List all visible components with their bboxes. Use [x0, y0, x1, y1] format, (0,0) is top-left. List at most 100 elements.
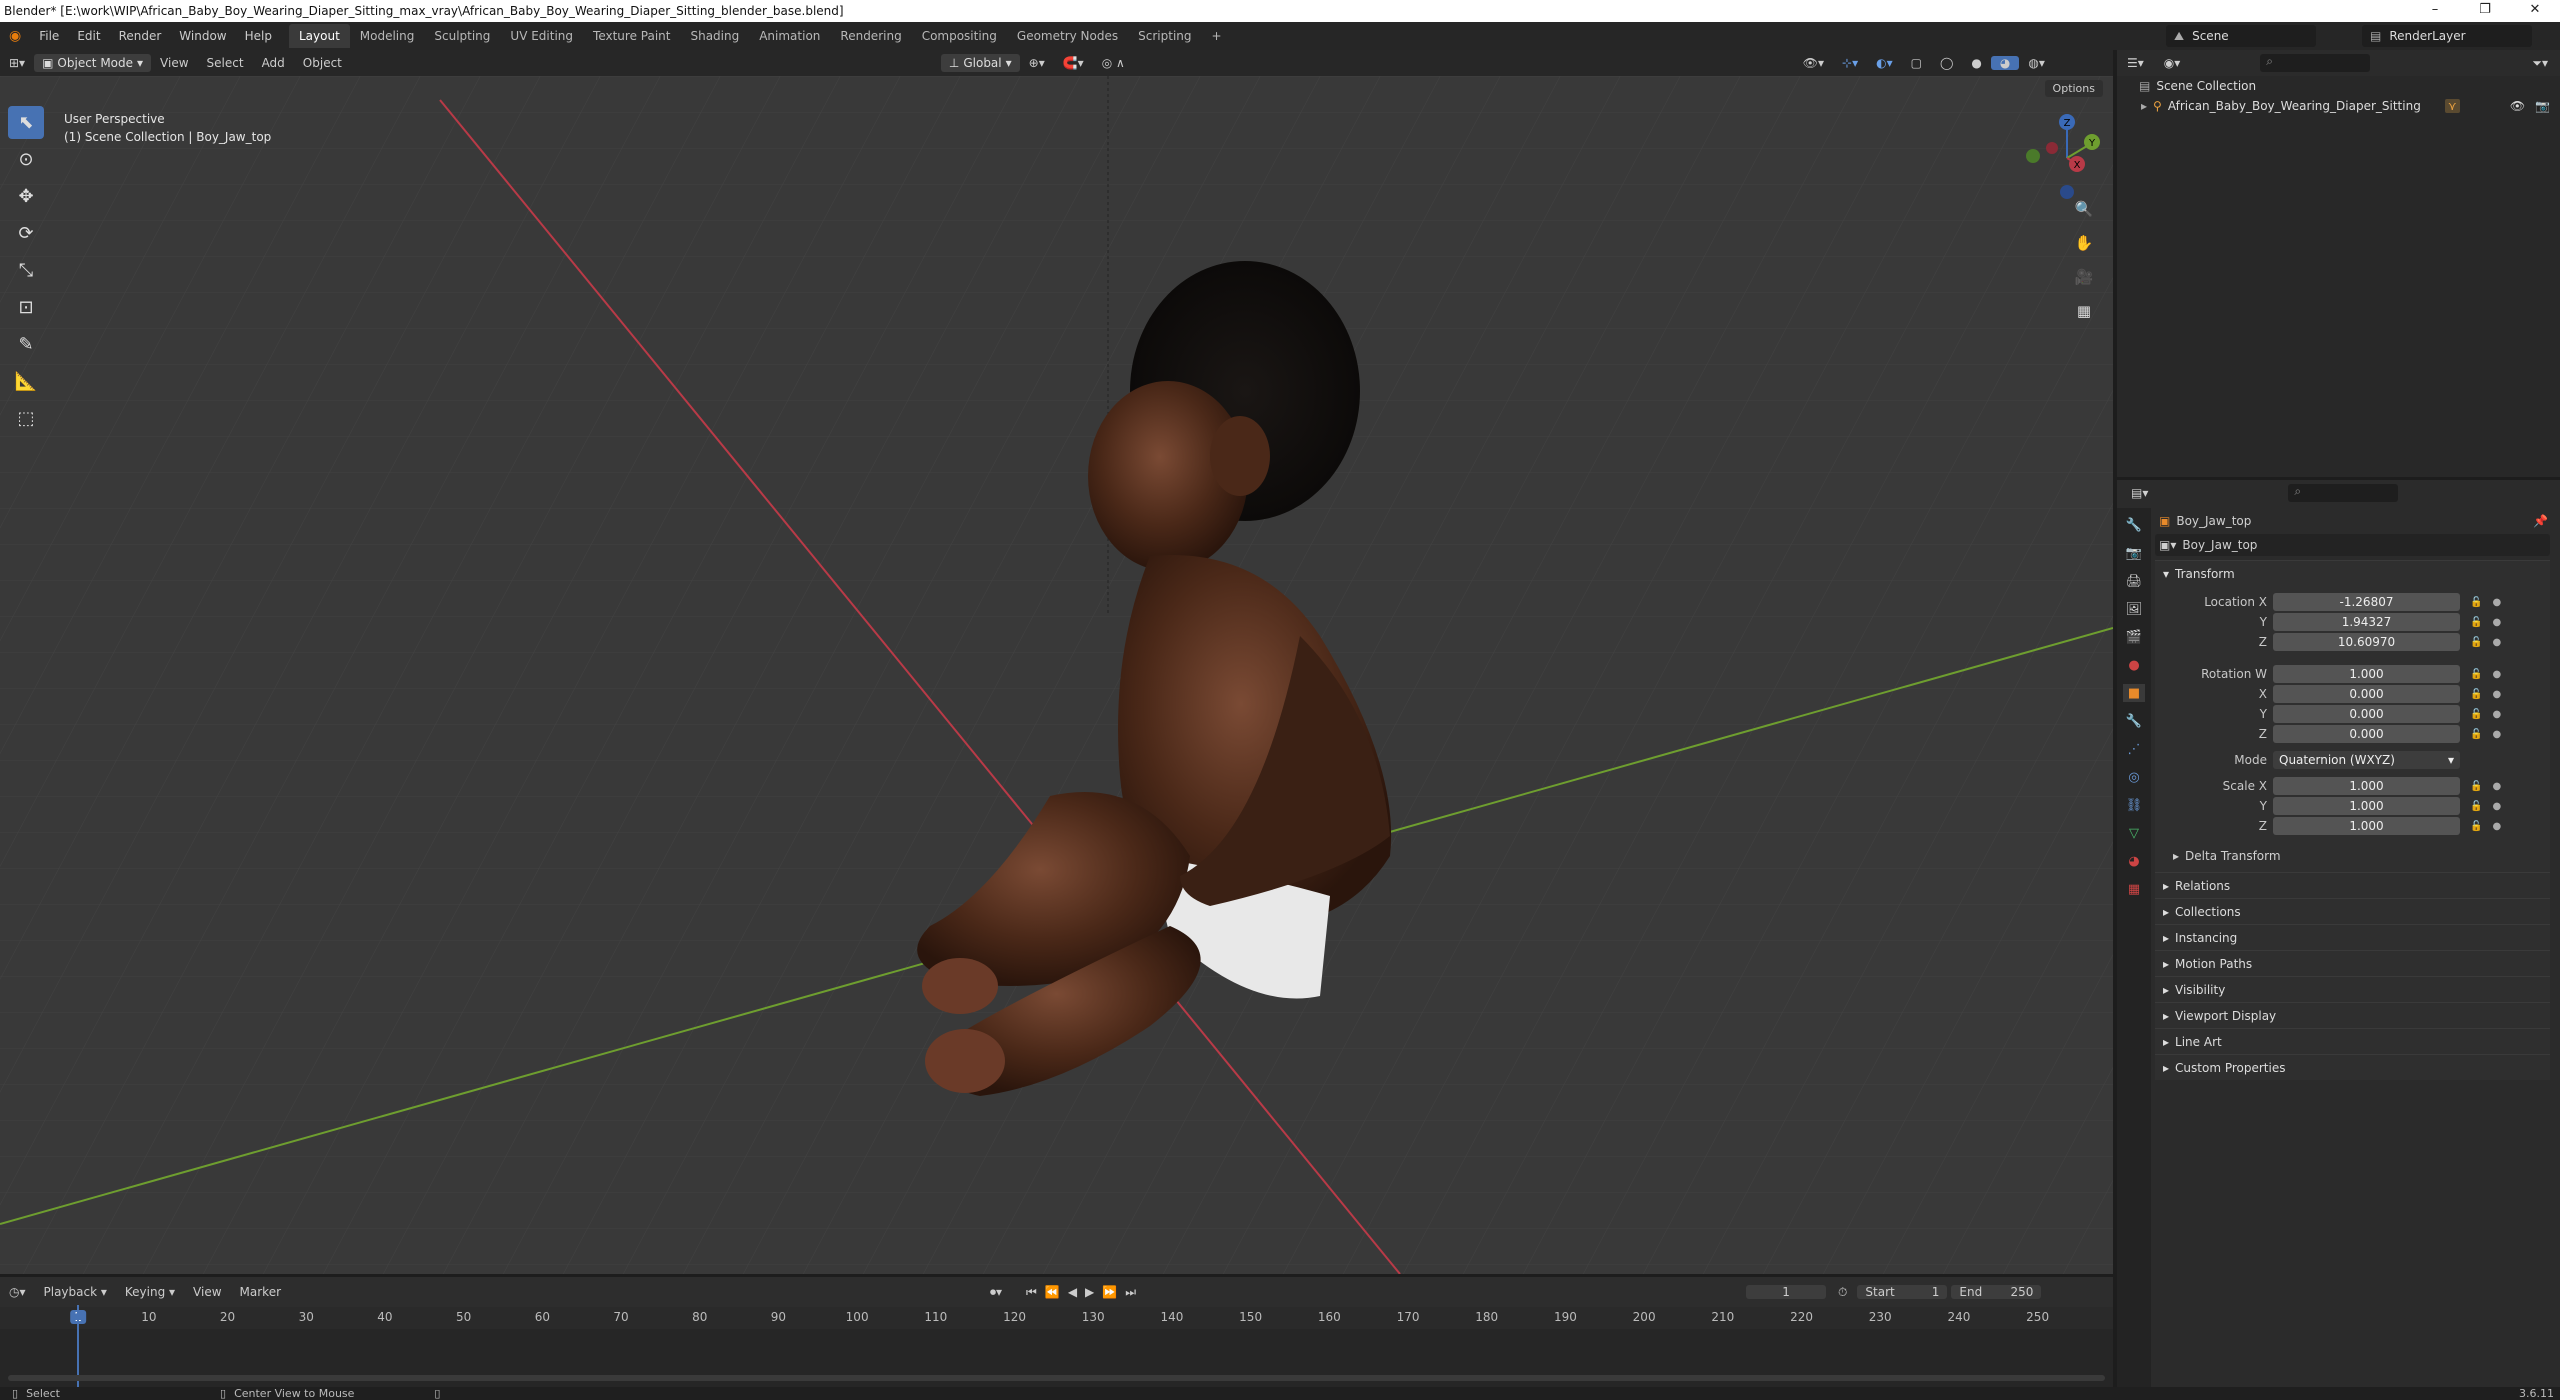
keyframe-dot-icon[interactable]: ● — [2492, 801, 2501, 812]
minimize-button[interactable]: – — [2410, 0, 2460, 22]
transform-orientation-dropdown[interactable]: ⊥ Global ▾ — [940, 54, 1020, 72]
tab-modeling[interactable]: Modeling — [350, 24, 425, 48]
menu-render[interactable]: Render — [110, 22, 171, 50]
timeline-view-menu[interactable]: View — [184, 1285, 230, 1299]
constraints-tab-icon[interactable]: ⛓ — [2123, 796, 2145, 814]
particles-tab-icon[interactable]: ⋰ — [2123, 740, 2145, 758]
mode-dropdown[interactable]: ▣ Object Mode ▾ — [34, 54, 152, 72]
clock-icon[interactable]: ⏱ — [1838, 1285, 1847, 1300]
wireframe-shading-icon[interactable]: ◯ — [1931, 56, 1962, 70]
data-tab-icon[interactable]: ▽ — [2123, 824, 2145, 842]
visibility-panel-header[interactable]: ▸ Visibility — [2155, 976, 2550, 1002]
start-frame-field[interactable]: Start 1 — [1857, 1285, 1948, 1299]
timeline-track-area[interactable] — [0, 1305, 2113, 1387]
object-tab-icon[interactable]: ■ — [2123, 684, 2145, 702]
select-box-icon[interactable]: ⬉ — [8, 106, 44, 139]
location-x-field[interactable]: -1.26807 — [2273, 593, 2460, 611]
play-icon[interactable]: ▶ — [1085, 1285, 1094, 1299]
rotation-w-field[interactable]: 1.000 — [2273, 665, 2460, 683]
properties-search-input[interactable]: ⌕ — [2288, 484, 2399, 502]
ortho-grid-icon[interactable]: ▦ — [2071, 298, 2097, 324]
instancing-panel-header[interactable]: ▸ Instancing — [2155, 924, 2550, 950]
tab-layout[interactable]: Layout — [288, 24, 350, 48]
maximize-button[interactable]: ❐ — [2460, 0, 2510, 22]
location-z-field[interactable]: 10.60970 — [2273, 633, 2460, 651]
display-mode-icon[interactable]: ◉▾ — [2164, 56, 2181, 70]
outliner-row-scene-collection[interactable]: ▤ Scene Collection — [2117, 76, 2560, 96]
rotation-x-field[interactable]: 0.000 — [2273, 685, 2460, 703]
custom-properties-panel-header[interactable]: ▸ Custom Properties — [2155, 1054, 2550, 1080]
lock-icon[interactable]: 🔓 — [2470, 709, 2482, 720]
render-tab-icon[interactable]: 📷 — [2123, 544, 2145, 562]
timeline-editor-icon[interactable]: ◷▾ — [0, 1285, 35, 1299]
outliner-row-object[interactable]: ▸ ⚲ African_Baby_Boy_Wearing_Diaper_Sitt… — [2117, 96, 2560, 116]
record-icon[interactable]: ⏺▾ — [990, 1285, 1002, 1300]
annotate-icon[interactable]: ✎ — [8, 328, 44, 361]
menu-select[interactable]: Select — [198, 56, 253, 70]
rotation-z-field[interactable]: 0.000 — [2273, 725, 2460, 743]
physics-tab-icon[interactable]: ◎ — [2123, 768, 2145, 786]
keyframe-dot-icon[interactable]: ● — [2492, 781, 2501, 792]
pivot-icon[interactable]: ⊕▾ — [1020, 56, 1054, 70]
tab-rendering[interactable]: Rendering — [830, 24, 911, 48]
rotation-y-field[interactable]: 0.000 — [2273, 705, 2460, 723]
menu-edit[interactable]: Edit — [68, 22, 109, 50]
scene-tab-icon[interactable]: 🎬 — [2123, 628, 2145, 646]
modifier-tab-icon[interactable]: 🔧 — [2123, 712, 2145, 730]
gizmo-toggle-icon[interactable]: ⊹▾ — [1833, 56, 1867, 70]
tab-scripting[interactable]: Scripting — [1128, 24, 1201, 48]
keyframe-dot-icon[interactable]: ● — [2492, 597, 2501, 608]
tab-texture-paint[interactable]: Texture Paint — [583, 24, 680, 48]
rotate-icon[interactable]: ⟳ — [8, 217, 44, 250]
jump-key-forward-icon[interactable]: ⏩ — [1102, 1285, 1117, 1299]
scale-y-field[interactable]: 1.000 — [2273, 797, 2460, 815]
keyframe-dot-icon[interactable]: ● — [2492, 821, 2501, 832]
proportional-edit-icon[interactable]: ◎ ∧ — [1093, 56, 1134, 70]
menu-add[interactable]: Add — [253, 56, 294, 70]
3d-viewport[interactable]: Z Y X ⬉ ⊙ ✥ ⟳ ⤡ ⊡ ✎ 📐 ⬚ User Perspective… — [0, 76, 2113, 1274]
rendered-shading-icon[interactable]: ◍▾ — [2019, 56, 2054, 70]
lock-icon[interactable]: 🔓 — [2470, 729, 2482, 740]
keyframe-dot-icon[interactable]: ● — [2492, 617, 2501, 628]
lock-icon[interactable]: 🔓 — [2470, 617, 2482, 628]
snap-icon[interactable]: 🧲▾ — [1054, 56, 1093, 70]
menu-file[interactable]: File — [30, 22, 68, 50]
end-frame-field[interactable]: End 250 — [1951, 1285, 2042, 1299]
lock-icon[interactable]: 🔓 — [2470, 689, 2482, 700]
menu-object[interactable]: Object — [294, 56, 351, 70]
tab-sculpting[interactable]: Sculpting — [424, 24, 500, 48]
current-frame-field[interactable]: 1 — [1746, 1285, 1827, 1299]
add-cube-icon[interactable]: ⬚ — [8, 402, 44, 435]
texture-tab-icon[interactable]: ▦ — [2123, 880, 2145, 898]
jump-end-icon[interactable]: ⏭ — [1125, 1285, 1136, 1300]
outliner-editor-icon[interactable]: ☰▾ — [2127, 56, 2144, 70]
viewport-display-panel-header[interactable]: ▸ Viewport Display — [2155, 1002, 2550, 1028]
lock-icon[interactable]: 🔓 — [2470, 669, 2482, 680]
motion-paths-panel-header[interactable]: ▸ Motion Paths — [2155, 950, 2550, 976]
keyframe-dot-icon[interactable]: ● — [2492, 709, 2501, 720]
tab-uv-editing[interactable]: UV Editing — [500, 24, 583, 48]
view-layer-selector[interactable]: ▤ RenderLayer — [2362, 25, 2532, 47]
jump-key-back-icon[interactable]: ⏪ — [1045, 1285, 1060, 1299]
keyframe-dot-icon[interactable]: ● — [2492, 669, 2501, 680]
scale-x-field[interactable]: 1.000 — [2273, 777, 2460, 795]
solid-shading-icon[interactable]: ● — [1962, 56, 1990, 70]
marker-menu[interactable]: Marker — [231, 1285, 290, 1299]
keyframe-dot-icon[interactable]: ● — [2492, 729, 2501, 740]
delta-transform-subpanel[interactable]: ▸ Delta Transform — [2155, 846, 2550, 866]
tab-shading[interactable]: Shading — [680, 24, 749, 48]
outliner-search-input[interactable]: ⌕ — [2260, 54, 2371, 72]
tab-animation[interactable]: Animation — [749, 24, 830, 48]
menu-help[interactable]: Help — [236, 22, 281, 50]
world-tab-icon[interactable]: ● — [2123, 656, 2145, 674]
measure-icon[interactable]: 📐 — [8, 365, 44, 398]
frame-ruler[interactable]: 1102030405060708090100110120130140150160… — [0, 1307, 2113, 1329]
keying-menu[interactable]: Keying ▾ — [116, 1285, 184, 1299]
material-shading-icon[interactable]: ◕ — [1990, 56, 2020, 70]
camera-restrict-icon[interactable]: 📷 — [2535, 99, 2550, 113]
tab-geometry-nodes[interactable]: Geometry Nodes — [1007, 24, 1128, 48]
location-y-field[interactable]: 1.94327 — [2273, 613, 2460, 631]
cursor-icon[interactable]: ⊙ — [8, 143, 44, 176]
keyframe-dot-icon[interactable]: ● — [2492, 689, 2501, 700]
add-workspace-button[interactable]: + — [1202, 24, 1232, 48]
